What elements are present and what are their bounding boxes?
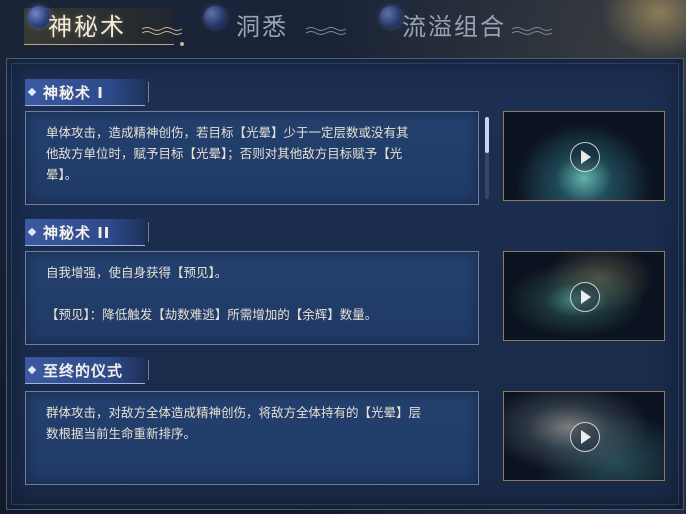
skill-title: 至终的仪式 bbox=[43, 361, 124, 380]
tab-insight[interactable]: 洞悉 bbox=[204, 4, 347, 44]
skill-description-box[interactable]: 自我增强，使自身获得【预见】。 【预见】：降低触发【劫数难逃】所需增加的【余辉】… bbox=[25, 251, 479, 345]
skills-panel: 神秘术 I 单体攻击，造成精神创伤，若目标【光晕】少于一定层数或没有其 他敌方单… bbox=[6, 58, 684, 510]
play-icon[interactable] bbox=[570, 422, 600, 452]
skill-video-preview[interactable] bbox=[503, 391, 665, 481]
diamond-icon bbox=[27, 227, 37, 237]
skill-header: 神秘术 II bbox=[25, 219, 149, 246]
tab-label: 神秘术 bbox=[48, 12, 126, 41]
tab-bar: 神秘术 洞悉 流溢组合 bbox=[0, 0, 686, 52]
diamond-icon bbox=[27, 87, 37, 97]
wave-ornament-icon bbox=[512, 27, 553, 35]
skill-title: 神秘术 I bbox=[43, 83, 104, 102]
skill-header: 至终的仪式 bbox=[25, 357, 149, 384]
wave-ornament-icon bbox=[142, 27, 183, 35]
tab-overflow-combo[interactable]: 流溢组合 bbox=[380, 4, 553, 44]
tab-label: 流溢组合 bbox=[402, 12, 506, 41]
skill-description: 单体攻击，造成精神创伤，若目标【光晕】少于一定层数或没有其 他敌方单位时，赋予目… bbox=[46, 125, 409, 182]
skill-description: 自我增强，使自身获得【预见】。 【预见】：降低触发【劫数难逃】所需增加的【余辉】… bbox=[46, 265, 378, 322]
diamond-icon bbox=[27, 365, 37, 375]
orb-icon bbox=[204, 6, 226, 28]
skill-header: 神秘术 I bbox=[25, 79, 149, 106]
skill-description-box[interactable]: 群体攻击，对敌方全体造成精神创伤，将敌方全体持有的【光晕】层 数根据当前生命重新… bbox=[25, 391, 479, 485]
tab-label: 洞悉 bbox=[236, 12, 288, 41]
skill-description-box[interactable]: 单体攻击，造成精神创伤，若目标【光晕】少于一定层数或没有其 他敌方单位时，赋予目… bbox=[25, 111, 479, 205]
scrollbar-thumb[interactable] bbox=[485, 117, 489, 153]
tab-dot bbox=[180, 42, 184, 46]
tab-arcane-skill[interactable]: 神秘术 bbox=[24, 4, 184, 46]
play-icon[interactable] bbox=[570, 142, 600, 172]
orb-icon bbox=[28, 6, 50, 28]
skill-video-preview[interactable] bbox=[503, 251, 665, 341]
wave-ornament-icon bbox=[306, 27, 347, 35]
orb-icon bbox=[380, 6, 402, 28]
description-scrollbar[interactable] bbox=[485, 117, 489, 199]
skill-video-preview[interactable] bbox=[503, 111, 665, 201]
skill-title: 神秘术 II bbox=[43, 223, 111, 242]
skill-description: 群体攻击，对敌方全体造成精神创伤，将敌方全体持有的【光晕】层 数根据当前生命重新… bbox=[46, 405, 422, 441]
play-icon[interactable] bbox=[570, 282, 600, 312]
